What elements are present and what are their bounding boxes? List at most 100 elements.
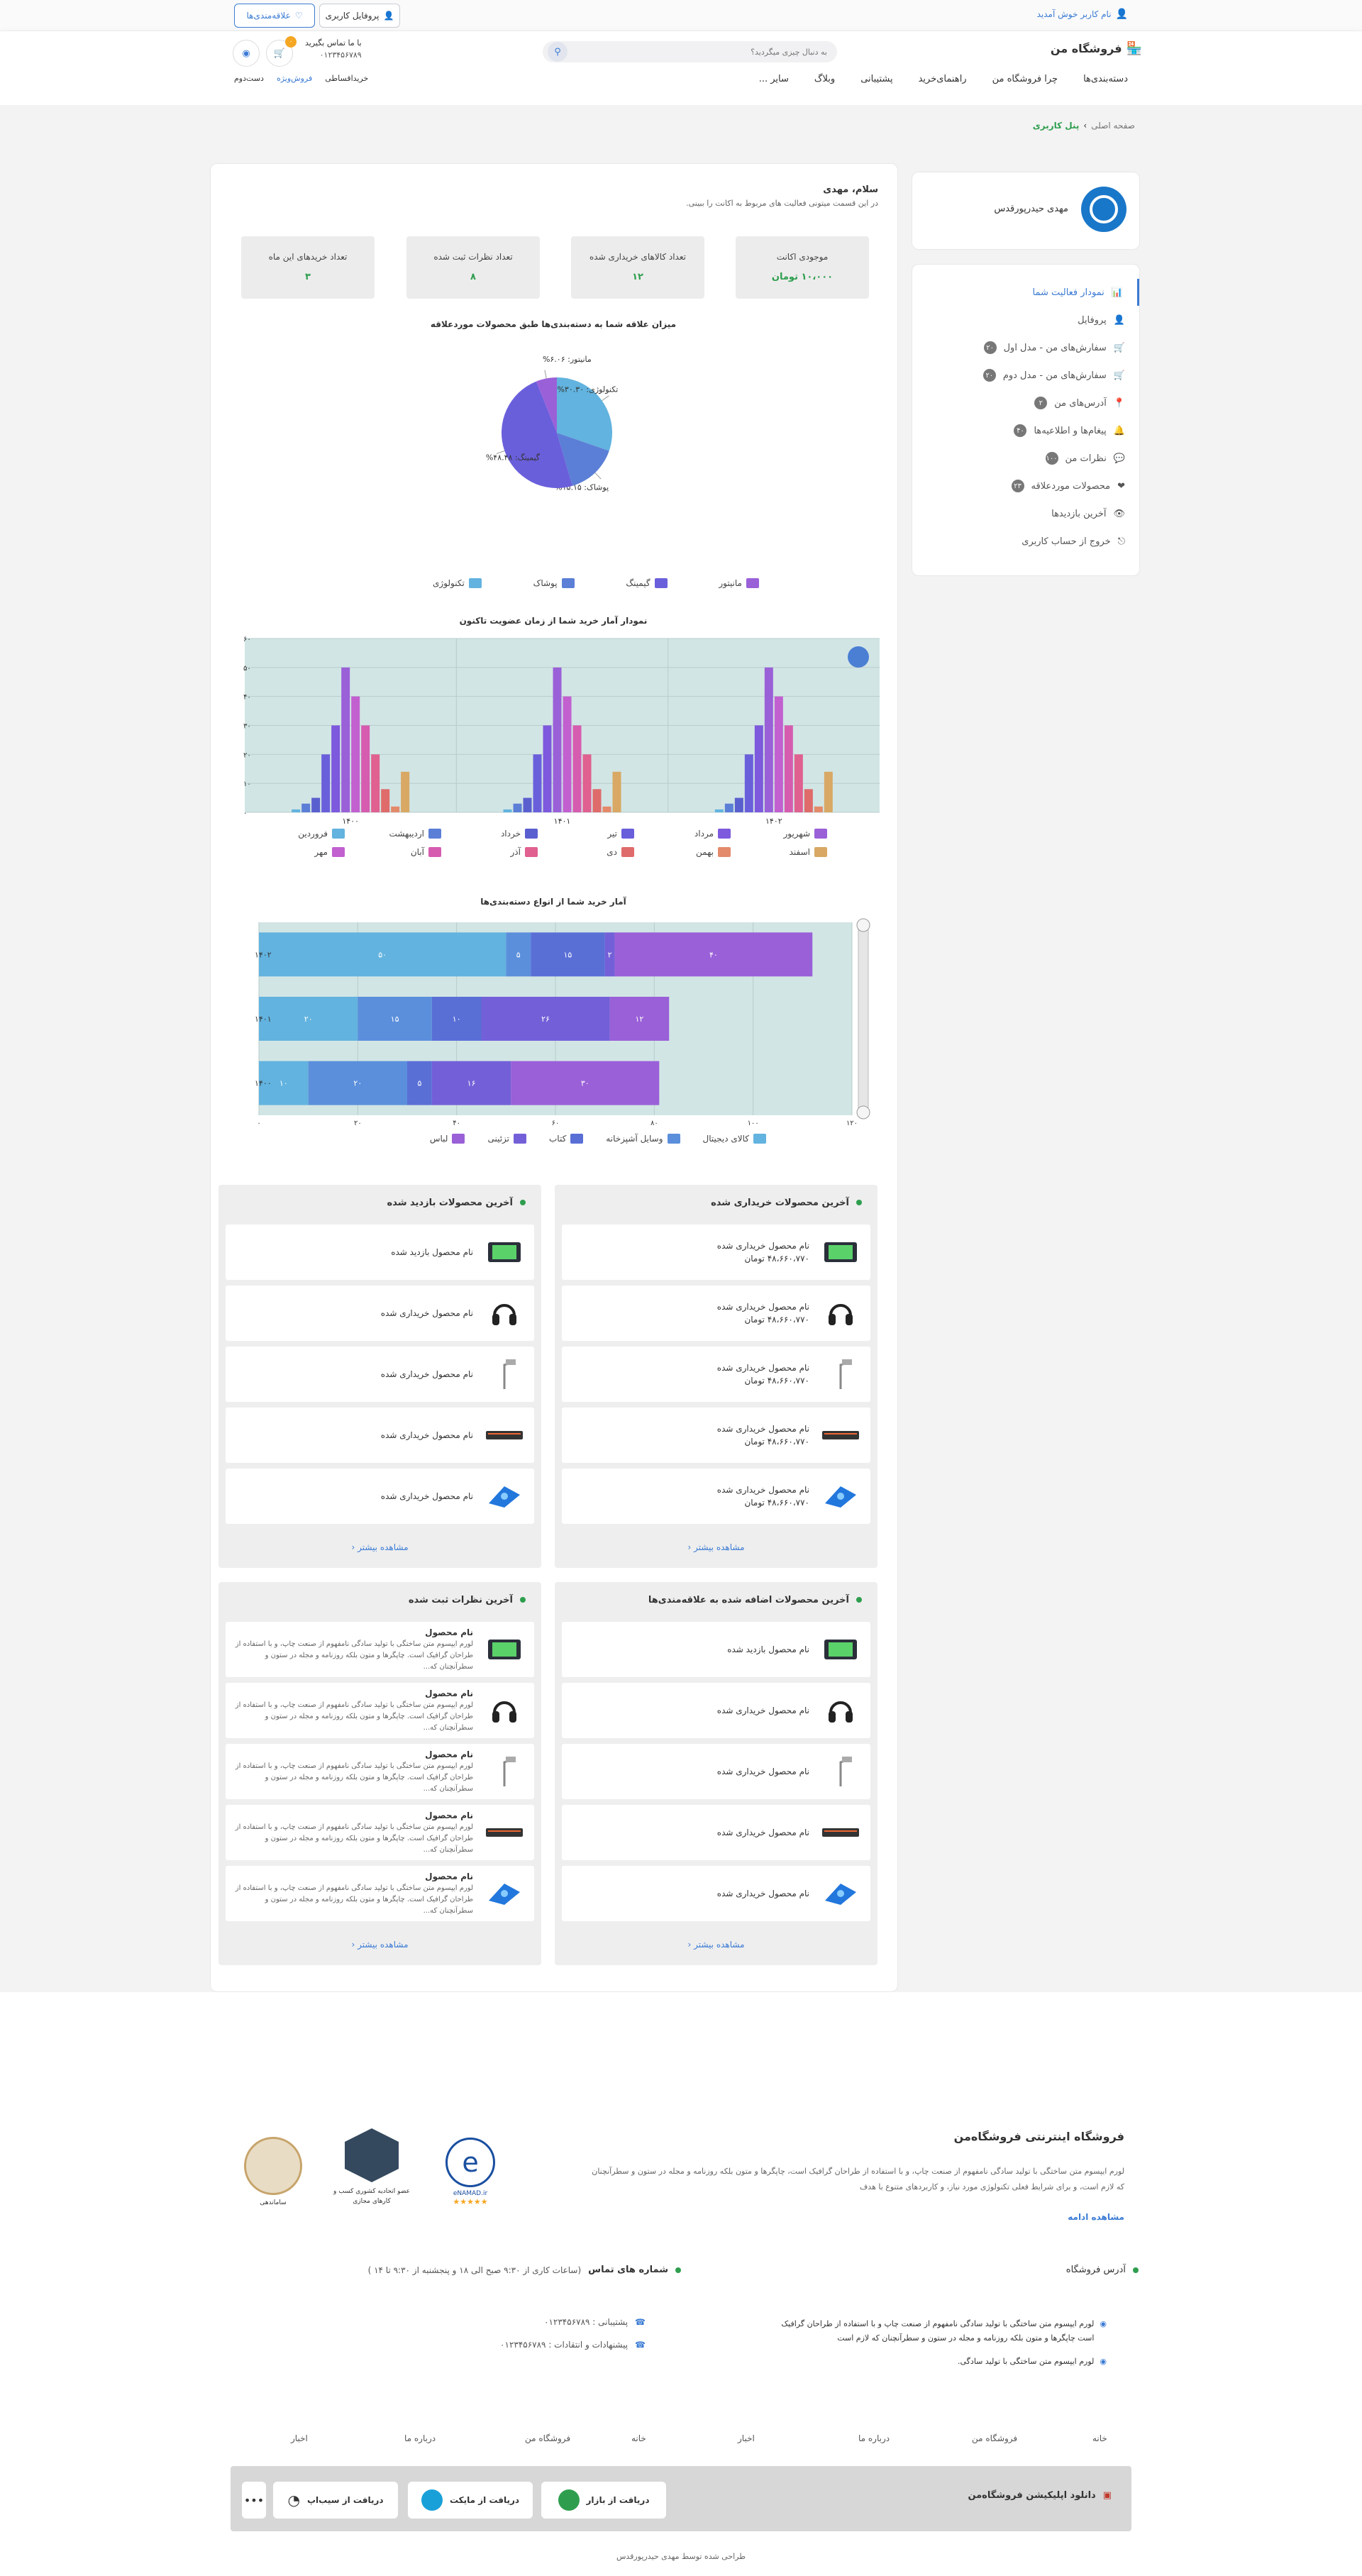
product-row[interactable]: نام محصول بازدید شده [226, 1225, 534, 1280]
product-row[interactable]: نام محصول لورم ایپسوم متن ساختگی با تولید… [226, 1866, 534, 1921]
column-legend-item[interactable]: آبان [345, 847, 441, 857]
footer-link[interactable]: اخبار [291, 2433, 308, 2443]
nav-support[interactable]: پشتیبانی [860, 74, 892, 84]
nav-categories[interactable]: دسته‌بندی‌ها [1083, 74, 1128, 84]
product-row[interactable]: نام محصول لورم ایپسوم متن ساختگی با تولید… [226, 1683, 534, 1738]
footer-link[interactable]: خانه [631, 2433, 646, 2443]
search-icon[interactable]: ⚲ [548, 42, 568, 62]
sidebar-item-0[interactable]: 📊 نمودار فعالیت شما [912, 279, 1139, 306]
more-stores-button[interactable]: ••• [242, 2482, 266, 2519]
column-bar[interactable] [582, 754, 592, 812]
column-bar[interactable] [331, 725, 340, 813]
samandehi-badge[interactable]: ساماندهی [238, 2137, 309, 2206]
pie-legend-item[interactable]: مانیتور [719, 578, 759, 588]
search-bar[interactable]: ⚲ [543, 41, 837, 62]
product-row[interactable]: نام محصول خریداری شده [226, 1347, 534, 1402]
column-bar[interactable] [612, 771, 621, 812]
chart-scrollbar[interactable] [858, 922, 869, 1116]
product-row[interactable]: نام محصول خریداری شده ۴۸،۶۶۰،۷۷۰ تومان [562, 1347, 870, 1402]
column-legend-item[interactable]: آذر [441, 847, 538, 857]
product-row[interactable]: نام محصول خریداری شده [226, 1408, 534, 1463]
column-bar[interactable] [391, 806, 400, 812]
stacked-legend-item[interactable]: تزئینی [487, 1134, 526, 1144]
column-legend-item[interactable]: خرداد [441, 829, 538, 839]
sidebar-item-4[interactable]: 📍 آدرس‌های من ۲ [912, 389, 1139, 416]
scroll-handle-top[interactable] [856, 918, 870, 932]
column-bar[interactable] [321, 754, 331, 812]
product-row[interactable]: نام محصول خریداری شده ۴۸،۶۶۰،۷۷۰ تومان [562, 1469, 870, 1524]
column-legend-item[interactable]: اردیبهشت [345, 829, 441, 839]
column-bar[interactable] [563, 696, 572, 812]
myket-button[interactable]: دریافت از مایکت [408, 2482, 533, 2519]
pie-legend-item[interactable]: پوشاک [533, 578, 575, 588]
footer-link[interactable]: فروشگاه من [525, 2433, 570, 2443]
breadcrumb-home[interactable]: صفحه اصلی [1091, 121, 1135, 131]
enamad-badge[interactable]: e eNAMAD.ir ★★★★★ [435, 2138, 506, 2206]
logo[interactable]: 🏪 فروشگاه من [1051, 41, 1142, 56]
sidebar-item-2[interactable]: 🛒 سفارش‌های من - مدل اول ۲۰ [912, 334, 1139, 361]
sidebar-item-8[interactable]: 👁 آخرین بازدیدها [912, 500, 1139, 527]
column-bar[interactable] [371, 754, 380, 812]
column-legend-item[interactable]: مهر [248, 847, 345, 857]
column-bar[interactable] [533, 754, 542, 812]
column-legend-item[interactable]: اسفند [731, 847, 827, 857]
sidebar-item-9[interactable]: ⎋ خروج از حساب کاربری [912, 528, 1139, 555]
column-bar[interactable] [572, 725, 582, 813]
column-legend-item[interactable]: بهمن [634, 847, 731, 857]
column-legend-item[interactable]: دی [538, 847, 634, 857]
nav-installments[interactable]: خرید‌اقساطی [325, 74, 368, 83]
product-row[interactable]: نام محصول بازدید شده [562, 1622, 870, 1677]
sidebar-item-6[interactable]: 💬 نظرات من ۱۰۰ [912, 445, 1139, 472]
footer-link[interactable]: فروشگاه من [972, 2433, 1017, 2443]
column-legend-item[interactable]: تیر [538, 829, 634, 839]
column-bar[interactable] [764, 667, 773, 812]
product-row[interactable]: نام محصول لورم ایپسوم متن ساختگی با تولید… [226, 1805, 534, 1860]
sibapp-button[interactable]: دریافت از سیب‌اپ ◔ [273, 2482, 398, 2519]
column-legend-item[interactable]: شهریور [731, 829, 827, 839]
column-legend-item[interactable]: فروردین [248, 829, 345, 839]
column-bar[interactable] [341, 667, 350, 812]
column-bar[interactable] [814, 806, 823, 812]
sidebar-item-5[interactable]: 🔔 پیغام‌ها و اطلاعیه‌ها ۴۰ [912, 417, 1139, 444]
view-more-link[interactable]: مشاهده بیشتر ‹ [218, 1542, 541, 1552]
nav-buy-guide[interactable]: راهنمای‌خرید [919, 74, 967, 84]
product-row[interactable]: نام محصول خریداری شده ۴۸،۶۶۰،۷۷۰ تومان [562, 1286, 870, 1341]
product-row[interactable]: نام محصول خریداری شده ۴۸،۶۶۰،۷۷۰ تومان [562, 1408, 870, 1463]
product-row[interactable]: نام محصول خریداری شده [562, 1866, 870, 1921]
stacked-legend-item[interactable]: کالای دیجیتال [703, 1134, 766, 1144]
column-bar[interactable] [361, 725, 370, 813]
column-bar[interactable] [301, 803, 311, 812]
column-bar[interactable] [523, 797, 532, 812]
column-legend-item[interactable]: مرداد [634, 829, 731, 839]
column-bar[interactable] [311, 797, 321, 812]
sidebar-item-1[interactable]: 👤 پروفایل [912, 306, 1139, 333]
product-row[interactable]: نام محصول لورم ایپسوم متن ساختگی با تولید… [226, 1744, 534, 1799]
sidebar-item-3[interactable]: 🛒 سفارش‌های من - مدل دوم ۲۰ [912, 362, 1139, 389]
footer-link[interactable]: درباره ما [404, 2433, 436, 2443]
column-bar[interactable] [592, 789, 602, 812]
sidebar-item-7[interactable]: ❤ محصولات مورد‌علاقه ۲۳ [912, 472, 1139, 499]
column-bar[interactable] [794, 754, 803, 812]
column-bar[interactable] [744, 754, 753, 812]
view-more-link[interactable]: مشاهده بیشتر ‹ [555, 1542, 877, 1552]
product-row[interactable]: نام محصول خریداری شده [226, 1286, 534, 1341]
product-row[interactable]: نام محصول خریداری شده [562, 1744, 870, 1799]
wishlist-button[interactable]: ♡ علاقه‌مندی‌ها [234, 4, 315, 28]
nav-second-hand[interactable]: دست‌دوم [234, 74, 264, 83]
view-more-link[interactable]: مشاهده بیشتر ‹ [555, 1940, 877, 1950]
column-bar[interactable] [553, 667, 562, 812]
stacked-legend-item[interactable]: لباس [430, 1134, 465, 1144]
profile-button[interactable]: 👤 پروفایل کاربری [319, 4, 400, 28]
bazaar-button[interactable]: دریافت از بازار [541, 2482, 666, 2519]
column-bar[interactable] [513, 803, 522, 812]
union-badge[interactable]: عضو اتحادیه کشوری کسب و کارهای مجازی [333, 2128, 411, 2206]
pie-legend-item[interactable]: گیمینگ [626, 578, 668, 588]
nav-why-us[interactable]: چرا فروشگاه من [992, 74, 1058, 84]
search-input[interactable] [568, 47, 837, 57]
footer-more-link[interactable]: مشاهده ادامه [1068, 2212, 1124, 2222]
product-row[interactable]: نام محصول خریداری شده [562, 1805, 870, 1860]
footer-link[interactable]: درباره ما [858, 2433, 890, 2443]
column-bar[interactable] [381, 789, 390, 812]
column-bar[interactable] [754, 725, 763, 813]
product-row[interactable]: نام محصول لورم ایپسوم متن ساختگی با تولید… [226, 1622, 534, 1677]
